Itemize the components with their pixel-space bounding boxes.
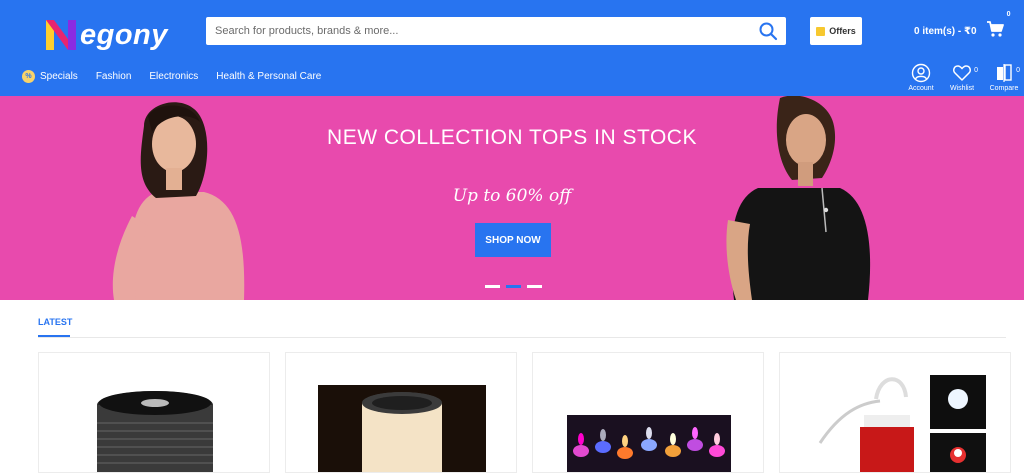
search-bar bbox=[206, 17, 786, 45]
offer-tag-icon bbox=[816, 26, 826, 36]
product-image bbox=[567, 415, 731, 472]
cart-count-badge: 0 bbox=[1006, 11, 1011, 18]
nav-item-health[interactable]: Health & Personal Care bbox=[216, 71, 321, 82]
product-card[interactable] bbox=[38, 352, 270, 473]
latest-section: LATEST bbox=[0, 300, 1024, 473]
hero-banner: NEW COLLECTION TOPS IN STOCK Up to 60% o… bbox=[0, 96, 1024, 300]
carousel-dot-1[interactable] bbox=[485, 285, 500, 288]
tab-latest[interactable]: LATEST bbox=[38, 317, 72, 327]
product-image bbox=[818, 375, 986, 472]
header-bar: egony Offers 0 item(s) - ₹0 0 % Specials bbox=[0, 0, 1024, 96]
heart-icon bbox=[953, 65, 971, 81]
nav-item-label: Health & Personal Care bbox=[216, 71, 322, 82]
product-card[interactable] bbox=[779, 352, 1011, 473]
offers-label: Offers bbox=[829, 26, 856, 36]
percent-icon: % bbox=[22, 70, 35, 83]
nav-item-label: Specials bbox=[40, 71, 78, 82]
nav-item-specials[interactable]: % Specials bbox=[22, 70, 78, 83]
shop-now-button[interactable]: SHOP NOW bbox=[475, 223, 551, 257]
compare-count: 0 bbox=[1016, 67, 1020, 74]
nav-item-fashion[interactable]: Fashion bbox=[96, 71, 132, 82]
compare-icon bbox=[997, 64, 1012, 82]
carousel-dot-2[interactable] bbox=[506, 285, 521, 288]
cart-label: 0 item(s) - ₹0 bbox=[914, 25, 977, 37]
wishlist-count: 0 bbox=[974, 67, 978, 74]
cart-icon: 0 bbox=[986, 11, 1011, 38]
search-icon[interactable] bbox=[758, 21, 778, 41]
product-card[interactable] bbox=[532, 352, 764, 473]
compare-label: Compare bbox=[989, 85, 1019, 92]
account-link[interactable]: Account bbox=[901, 63, 941, 92]
nav-item-label: Fashion bbox=[95, 71, 132, 82]
search-input[interactable] bbox=[206, 17, 746, 45]
product-card[interactable] bbox=[285, 352, 517, 473]
offers-button[interactable]: Offers bbox=[810, 17, 862, 45]
site-logo[interactable]: egony bbox=[44, 16, 168, 54]
nav-item-electronics[interactable]: Electronics bbox=[149, 71, 198, 82]
logo-n-icon bbox=[46, 20, 76, 50]
wishlist-link[interactable]: 0 Wishlist bbox=[942, 63, 982, 92]
cart-button[interactable]: 0 item(s) - ₹0 0 bbox=[914, 11, 1011, 42]
carousel-dots bbox=[485, 285, 548, 288]
nav-item-label: Electronics bbox=[149, 71, 199, 82]
product-image bbox=[97, 391, 213, 472]
brand-name: egony bbox=[80, 18, 168, 51]
wishlist-label: Wishlist bbox=[949, 85, 975, 92]
user-icon bbox=[911, 63, 931, 83]
main-nav: % Specials Fashion Electronics Health & … bbox=[22, 70, 339, 83]
carousel-dot-3[interactable] bbox=[527, 285, 542, 288]
account-label: Account bbox=[908, 85, 934, 92]
section-divider bbox=[38, 337, 1006, 338]
product-image bbox=[318, 385, 486, 472]
compare-link[interactable]: 0 Compare bbox=[984, 63, 1024, 92]
banner-model-right bbox=[726, 96, 871, 300]
